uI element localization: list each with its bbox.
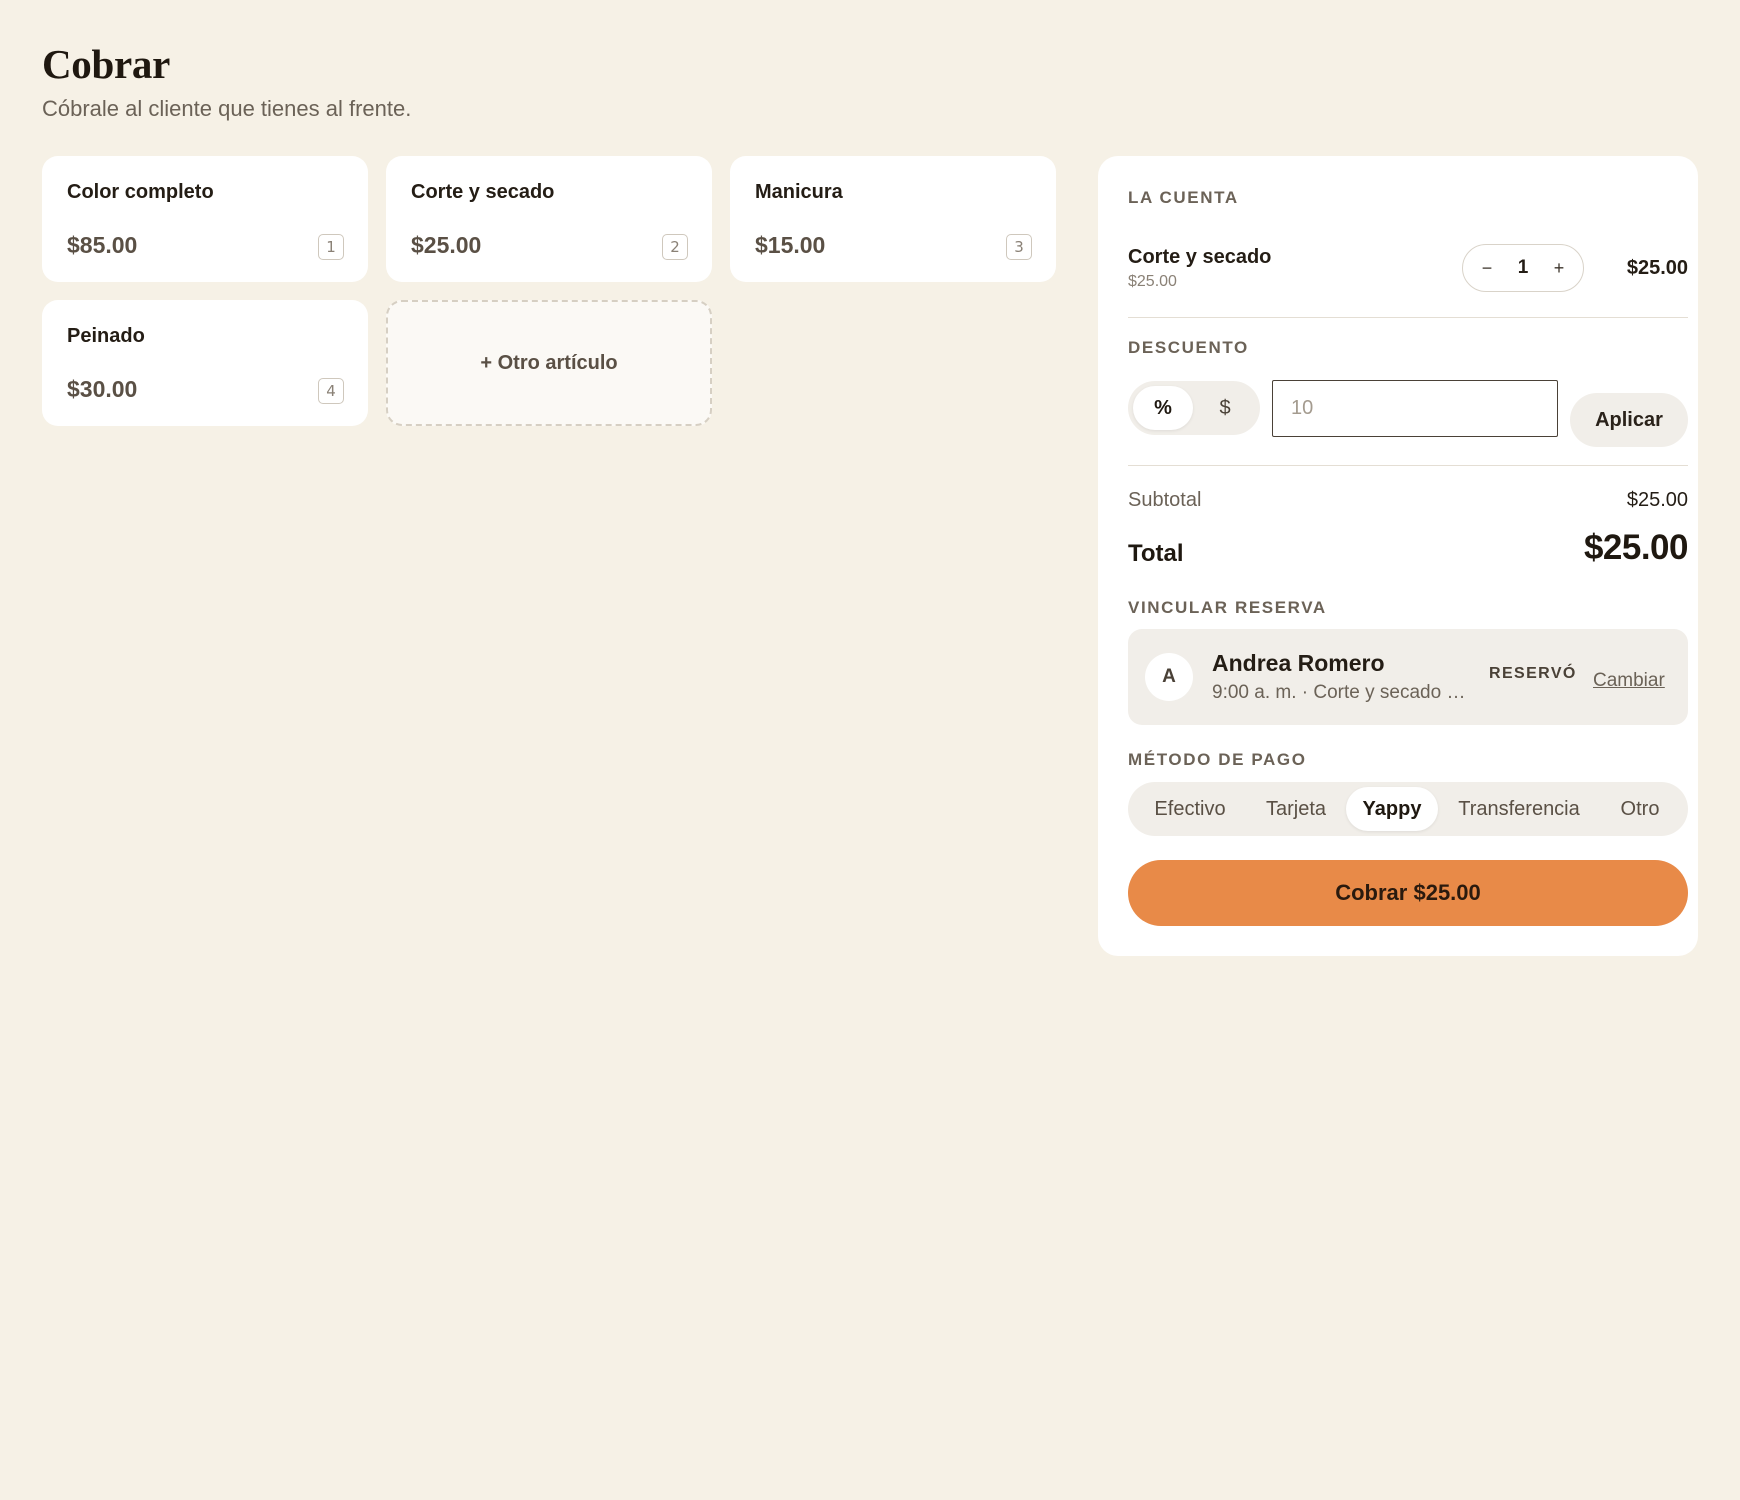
discount-mode-percent[interactable]: % [1133,386,1193,430]
subtotal-label: Subtotal [1128,489,1202,511]
divider [1128,317,1688,318]
shortcut-key-badge: 1 [318,234,344,260]
change-booking-link[interactable]: Cambiar [1593,670,1665,692]
payment-section-label: MÉTODO DE PAGO [1128,750,1307,769]
total-label: Total [1128,540,1184,567]
decrement-quantity-button[interactable]: − [1475,256,1499,280]
charge-button[interactable]: Cobrar $25.00 [1128,860,1688,926]
booking-section-label: VINCULAR RESERVA [1128,598,1327,617]
service-name: Manicura [755,181,843,203]
shortcut-key-badge: 4 [318,378,344,404]
booking-client-name: Andrea Romero [1212,650,1385,676]
divider [1128,465,1688,466]
page-subtitle: Cóbrale al cliente que tienes al frente. [42,96,412,121]
linked-booking-card: A Andrea Romero 9:00 a. m. · Corte y sec… [1128,629,1688,725]
bill-line-unit-price: $25.00 [1128,273,1177,290]
payment-method-selector: Efectivo Tarjeta Yappy Transferencia Otr… [1128,782,1688,836]
service-tile-corte-y-secado[interactable]: Corte y secado $25.00 2 [386,156,712,282]
discount-mode-amount[interactable]: $ [1195,386,1255,430]
service-name: Corte y secado [411,181,555,203]
bill-line-total: $25.00 [1626,257,1688,279]
service-price: $85.00 [67,232,138,258]
bill-line-name: Corte y secado [1128,246,1272,268]
service-price: $30.00 [67,376,138,402]
bill-section-label: LA CUENTA [1128,188,1239,207]
payment-method-tarjeta[interactable]: Tarjeta [1250,787,1342,831]
page-title: Cobrar [42,41,171,87]
service-tile-manicura[interactable]: Manicura $15.00 3 [730,156,1056,282]
service-name: Color completo [67,181,214,203]
discount-mode-toggle: % $ [1128,381,1260,435]
subtotal-value: $25.00 [1626,489,1688,511]
discount-input[interactable] [1272,380,1558,437]
service-name: Peinado [67,325,145,347]
booking-status-badge: RESERVÓ [1489,665,1577,682]
payment-method-otro[interactable]: Otro [1600,787,1680,831]
payment-method-transferencia[interactable]: Transferencia [1442,787,1596,831]
payment-method-efectivo[interactable]: Efectivo [1134,787,1246,831]
checkout-page: Cobrar Cóbrale al cliente que tienes al … [0,0,1740,1500]
service-tile-color-completo[interactable]: Color completo $85.00 1 [42,156,368,282]
bill-panel: LA CUENTA Corte y secado $25.00 − 1 + $2… [1098,156,1698,956]
payment-method-yappy[interactable]: Yappy [1346,787,1438,831]
service-price: $15.00 [755,232,826,258]
apply-discount-button[interactable]: Aplicar [1570,393,1688,447]
booking-detail: 9:00 a. m. · Corte y secado · 60 min [1212,682,1468,703]
total-value: $25.00 [1583,528,1689,567]
quantity-value: 1 [1517,257,1529,278]
service-price: $25.00 [411,232,482,258]
increment-quantity-button[interactable]: + [1547,256,1571,280]
shortcut-key-badge: 3 [1006,234,1032,260]
avatar: A [1145,653,1193,701]
add-other-item-button[interactable]: + Otro artículo [386,300,712,426]
discount-section-label: DESCUENTO [1128,338,1249,357]
quantity-stepper: − 1 + [1462,244,1584,292]
service-tile-peinado[interactable]: Peinado $30.00 4 [42,300,368,426]
shortcut-key-badge: 2 [662,234,688,260]
